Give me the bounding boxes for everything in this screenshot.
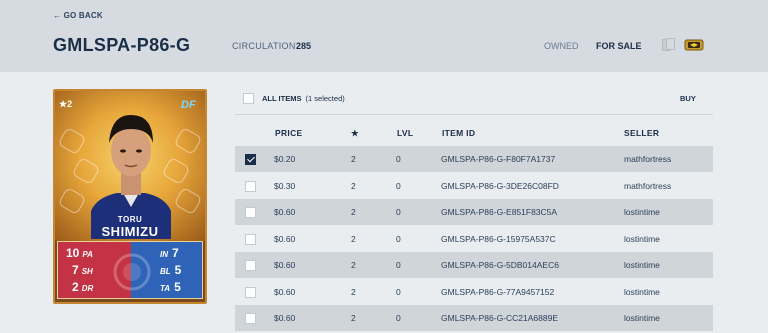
column-header-item-id[interactable]: ITEM ID: [442, 128, 475, 138]
stat-bl: BL 5: [160, 263, 182, 277]
row-checkbox[interactable]: [245, 313, 256, 324]
selected-count: (1 selected): [305, 94, 345, 103]
price-cell: $0.60: [274, 207, 296, 217]
stars-cell: 2: [351, 180, 356, 191]
level-cell: 0: [396, 233, 401, 244]
price-cell: $0.60: [274, 313, 296, 323]
stars-cell: 2: [351, 233, 356, 244]
row-checkbox[interactable]: [245, 207, 256, 218]
column-header-price[interactable]: PRICE: [275, 128, 302, 138]
level-cell: 0: [396, 260, 401, 270]
player-card: ★2 DF TORU SHIMIZU 10 PA 7 SH 2 DR IN 7 BL 5 …: [53, 89, 207, 304]
table-row[interactable]: $0.60 2 0 GMLSPA-P86-G-E851F83C5A lostintime: [235, 199, 713, 225]
level-cell: 0: [396, 207, 401, 217]
card-position: DF: [181, 99, 196, 111]
row-checkbox[interactable]: [245, 233, 256, 245]
seller-cell: lostintime: [624, 233, 660, 244]
stars-cell: 2: [351, 154, 356, 164]
price-cell: $0.30: [274, 180, 296, 191]
stat-pa: 10 PA: [66, 246, 93, 260]
player-first-name: TORU: [117, 215, 143, 224]
stat-dr: 2 DR: [72, 280, 94, 294]
circulation-label: CIRCULATION: [232, 41, 296, 51]
seller-cell: lostintime: [624, 286, 660, 297]
table-row[interactable]: $0.60 2 0 GMLSPA-P86-G-15975A537C lostintime: [235, 226, 713, 252]
card-stats: 10 PA 7 SH 2 DR IN 7 BL 5 TA 5: [57, 241, 203, 299]
select-all-checkbox[interactable]: [243, 93, 254, 104]
item-id-cell: GMLSPA-P86-G-F80F7A1737: [441, 154, 556, 164]
stars-cell: 2: [351, 260, 356, 270]
go-back-link[interactable]: ← GO BACK: [53, 11, 103, 20]
price-cell: $0.60: [274, 260, 296, 270]
row-checkbox[interactable]: [245, 154, 256, 165]
level-cell: 0: [396, 313, 401, 323]
seller-cell: mathfortress: [624, 180, 672, 191]
cards-icon[interactable]: [660, 38, 678, 52]
stat-ta: TA 5: [160, 280, 181, 294]
level-cell: 0: [396, 154, 401, 164]
item-id-cell: GMLSPA-P86-G-E851F83C5A: [441, 207, 558, 217]
level-cell: 0: [396, 180, 401, 191]
buy-button[interactable]: BUY: [680, 94, 696, 103]
level-cell: 0: [396, 286, 401, 297]
stat-in: IN 7: [160, 246, 179, 260]
stars-cell: 2: [351, 286, 356, 297]
table-row[interactable]: $0.20 2 0 GMLSPA-P86-G-F80F7A1737 mathfortre…: [235, 146, 713, 172]
row-checkbox[interactable]: [245, 180, 256, 192]
pack-icon[interactable]: [684, 38, 704, 52]
item-id-cell: GMLSPA-P86-G-77A9457152: [441, 286, 555, 297]
seller-cell: lostintime: [624, 313, 660, 323]
stars-cell: 2: [351, 207, 356, 217]
row-checkbox[interactable]: [245, 286, 256, 298]
club-crest-icon: [113, 253, 151, 291]
stars-cell: 2: [351, 313, 356, 323]
item-id-cell: GMLSPA-P86-G-3DE26C08FD: [441, 180, 559, 191]
seller-cell: lostintime: [624, 260, 660, 270]
divider: [235, 114, 713, 115]
seller-cell: mathfortress: [624, 154, 672, 164]
table-row[interactable]: $0.60 2 0 GMLSPA-P86-G-77A9457152 lostintime: [235, 279, 713, 305]
player-last-name: SHIMIZU: [101, 224, 159, 239]
seller-cell: lostintime: [624, 207, 660, 217]
owned-tab[interactable]: OWNED: [544, 41, 579, 51]
card-star-rank: ★2: [59, 99, 73, 109]
circulation-value: 285: [296, 41, 312, 51]
column-header-seller[interactable]: SELLER: [624, 128, 659, 138]
price-cell: $0.20: [274, 154, 296, 164]
column-header-lvl[interactable]: LVL: [397, 128, 413, 138]
price-cell: $0.60: [274, 286, 296, 297]
stat-sh: 7 SH: [72, 263, 93, 277]
page-title: GMLSPA-P86-G: [53, 35, 191, 55]
all-items-label: ALL ITEMS (1 selected): [262, 94, 345, 103]
page-header: ← GO BACK GMLSPA-P86-G CIRCULATION 285 O…: [0, 0, 768, 72]
row-checkbox[interactable]: [245, 260, 256, 271]
table-row[interactable]: $0.60 2 0 GMLSPA-P86-G-5DB014AEC6 lostintime: [235, 252, 713, 278]
for-sale-tab[interactable]: FOR SALE: [596, 41, 642, 51]
item-id-cell: GMLSPA-P86-G-CC21A6889E: [441, 313, 559, 323]
table-row[interactable]: $0.30 2 0 GMLSPA-P86-G-3DE26C08FD mathfortre…: [235, 173, 713, 199]
item-id-cell: GMLSPA-P86-G-15975A537C: [441, 233, 556, 244]
table-row[interactable]: $0.60 2 0 GMLSPA-P86-G-CC21A6889E lostintime: [235, 305, 713, 331]
item-id-cell: GMLSPA-P86-G-5DB014AEC6: [441, 260, 559, 270]
column-header-stars[interactable]: ★: [351, 128, 359, 139]
price-cell: $0.60: [274, 233, 296, 244]
